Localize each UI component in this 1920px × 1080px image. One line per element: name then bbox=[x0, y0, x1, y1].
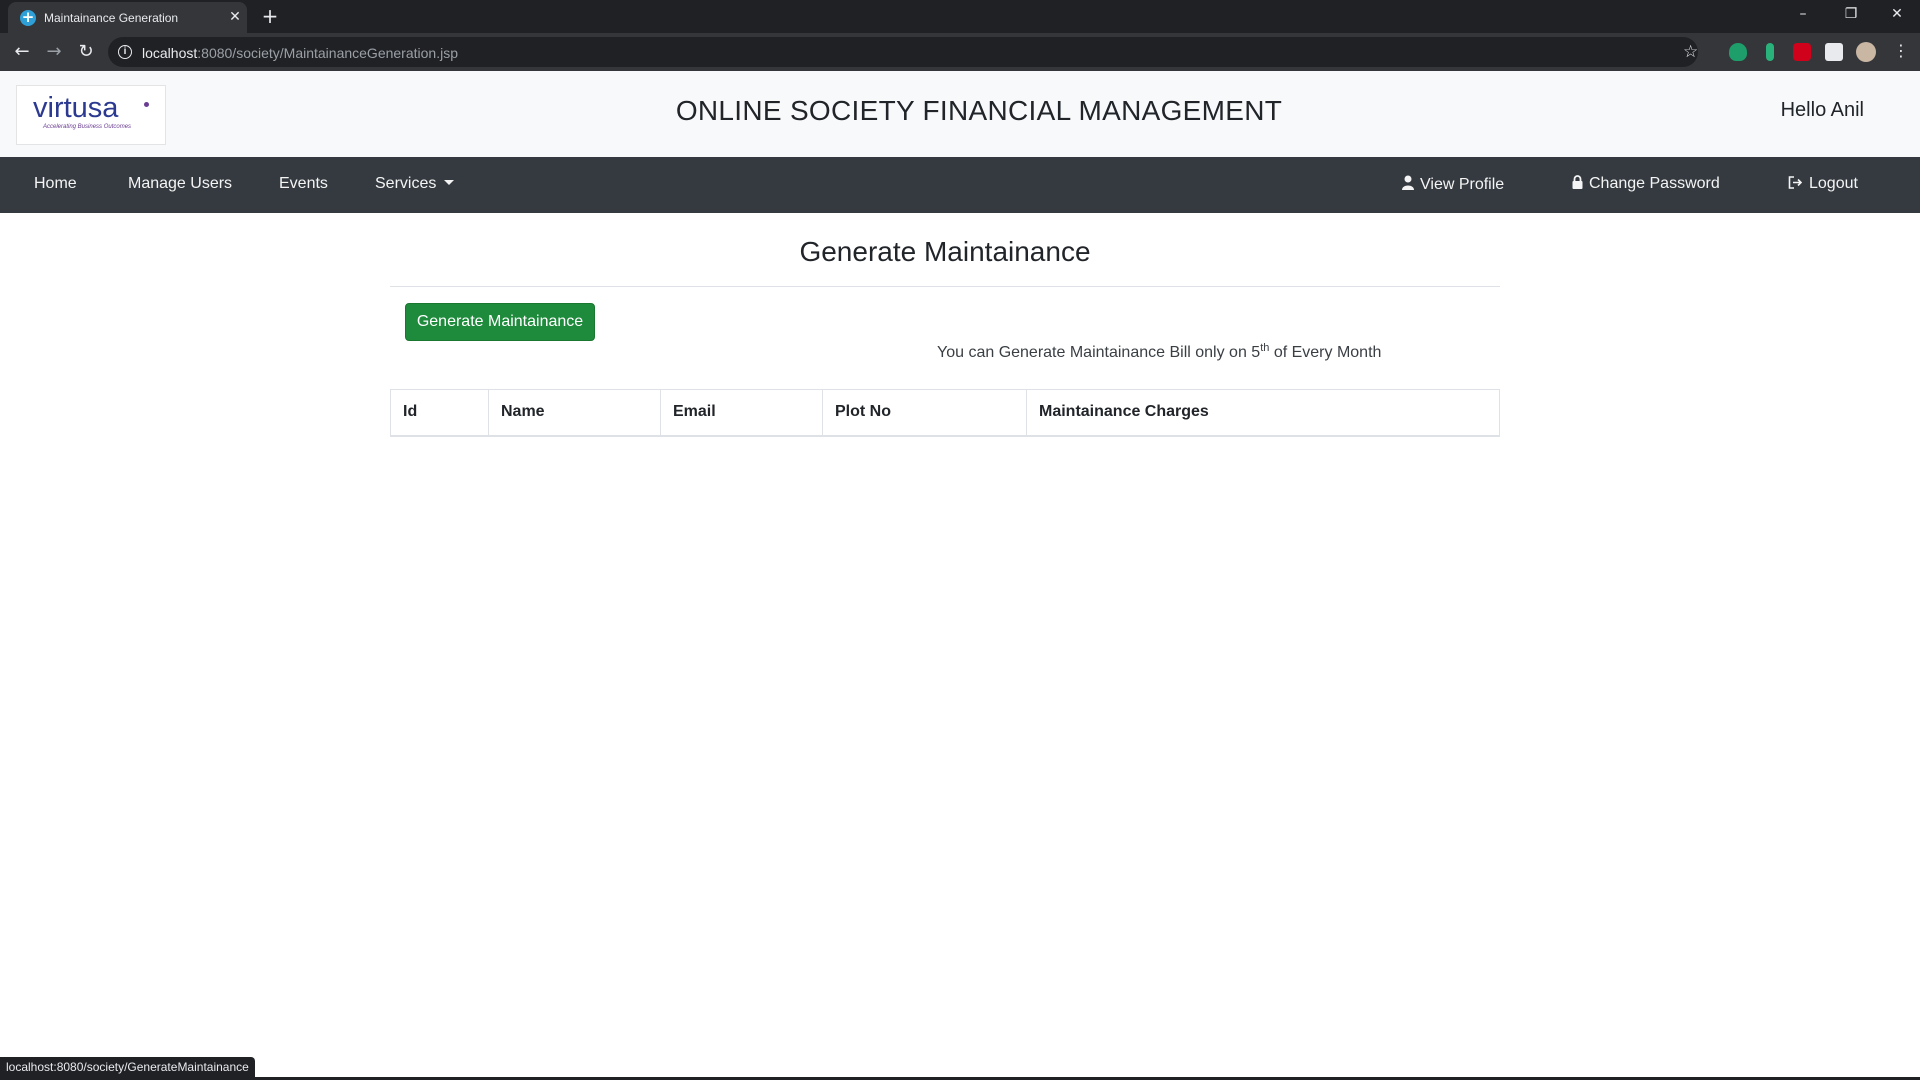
info-icon[interactable]: i bbox=[118, 45, 132, 59]
url-text: localhost:8080/society/MaintainanceGener… bbox=[142, 45, 458, 61]
nav-services-dropdown[interactable]: Services bbox=[375, 175, 455, 193]
column-header-id[interactable]: Id bbox=[390, 389, 489, 437]
app-title: ONLINE SOCIETY FINANCIAL MANAGEMENT bbox=[675, 95, 1283, 126]
extension-shield-icon[interactable] bbox=[1729, 43, 1747, 61]
browser-toolbar: ← → ↻ i localhost:8080/society/Maintaina… bbox=[0, 33, 1920, 71]
app-header: virtusa Accelerating Business Outcomes O… bbox=[0, 71, 1920, 157]
user-icon bbox=[1402, 175, 1414, 190]
maintainance-table: Id Name Email Plot No Maintainance Charg… bbox=[390, 389, 1500, 437]
logout-icon bbox=[1788, 176, 1803, 189]
column-header-maintainance-charges[interactable]: Maintainance Charges bbox=[1026, 389, 1500, 437]
extensions-puzzle-icon[interactable] bbox=[1825, 43, 1843, 61]
new-tab-icon[interactable]: + bbox=[258, 5, 282, 29]
lock-icon bbox=[1572, 175, 1583, 189]
bookmark-star-icon[interactable]: ☆ bbox=[1683, 42, 1698, 62]
nav-home[interactable]: Home bbox=[34, 175, 77, 193]
forward-icon[interactable]: → bbox=[40, 38, 68, 66]
reload-icon[interactable]: ↻ bbox=[72, 38, 100, 66]
nav-services-label: Services bbox=[375, 175, 437, 192]
extension-red-icon[interactable] bbox=[1793, 43, 1811, 61]
address-bar[interactable]: i localhost:8080/society/MaintainanceGen… bbox=[108, 37, 1698, 67]
nav-logout-label: Logout bbox=[1809, 175, 1858, 192]
nav-logout[interactable]: Logout bbox=[1788, 175, 1858, 193]
close-window-icon[interactable]: ✕ bbox=[1874, 0, 1920, 30]
minimize-icon[interactable]: – bbox=[1780, 0, 1826, 30]
main-navbar: Home Manage Users Events Services View P… bbox=[0, 157, 1920, 213]
tab-favicon-icon bbox=[20, 8, 36, 26]
browser-menu-icon[interactable]: ⋮ bbox=[1893, 43, 1909, 61]
extension-key-icon[interactable] bbox=[1766, 43, 1774, 61]
browser-tab[interactable]: Maintainance Generation ✕ bbox=[8, 2, 247, 33]
tab-close-icon[interactable]: ✕ bbox=[226, 8, 244, 26]
table-header-row: Id Name Email Plot No Maintainance Charg… bbox=[390, 389, 1500, 437]
nav-events[interactable]: Events bbox=[279, 175, 328, 193]
browser-tab-strip: Maintainance Generation ✕ + – ❐ ✕ bbox=[0, 0, 1920, 33]
column-header-name[interactable]: Name bbox=[488, 389, 661, 437]
restore-icon[interactable]: ❐ bbox=[1828, 0, 1874, 30]
generation-note: You can Generate Maintainance Bill only … bbox=[937, 342, 1382, 362]
chevron-down-icon bbox=[444, 180, 455, 185]
back-icon[interactable]: ← bbox=[8, 38, 36, 66]
profile-avatar-icon[interactable] bbox=[1856, 42, 1876, 62]
column-header-email[interactable]: Email bbox=[660, 389, 823, 437]
link-status-bar: localhost:8080/society/GenerateMaintaina… bbox=[0, 1057, 255, 1077]
nav-manage-users[interactable]: Manage Users bbox=[128, 175, 232, 193]
generate-maintainance-button[interactable]: Generate Maintainance bbox=[405, 303, 595, 341]
nav-view-profile[interactable]: View Profile bbox=[1402, 175, 1504, 194]
tab-title: Maintainance Generation bbox=[44, 11, 179, 25]
nav-change-password[interactable]: Change Password bbox=[1572, 175, 1720, 193]
title-divider bbox=[390, 286, 1500, 287]
nav-change-password-label: Change Password bbox=[1589, 175, 1720, 192]
user-greeting: Hello Anil bbox=[1780, 99, 1864, 121]
column-header-plot-no[interactable]: Plot No bbox=[822, 389, 1027, 437]
page-title: Generate Maintainance bbox=[799, 236, 1091, 267]
nav-view-profile-label: View Profile bbox=[1420, 176, 1505, 193]
